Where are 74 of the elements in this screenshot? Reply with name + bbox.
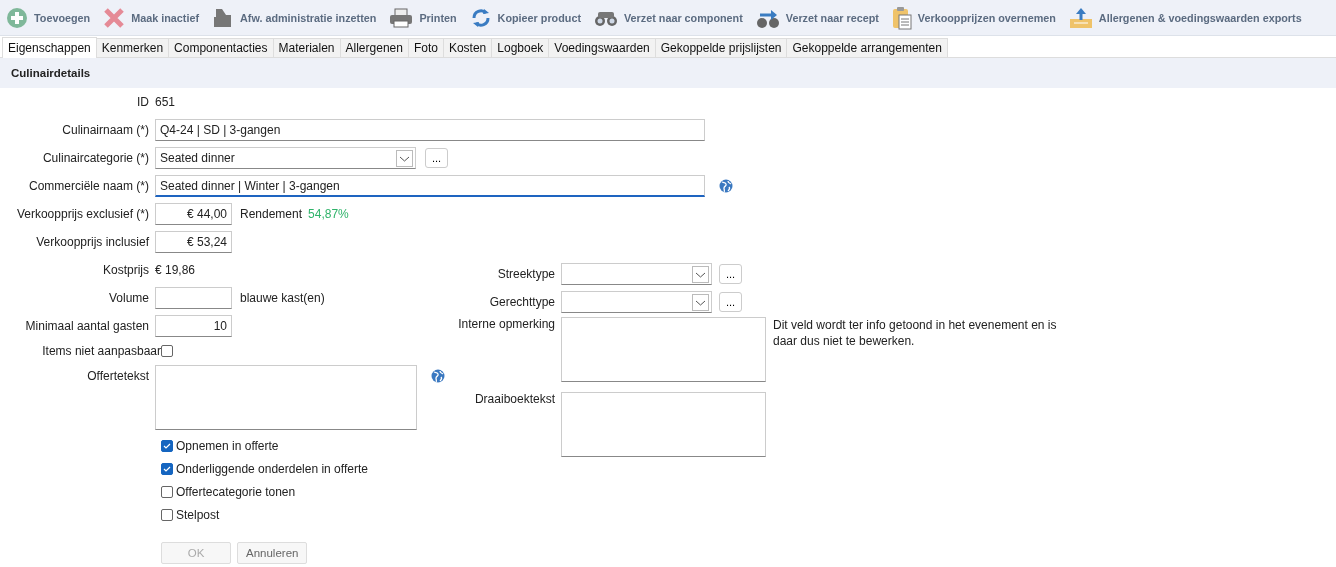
field-label: Verkoopprijs exclusief (*) [15, 207, 150, 221]
chevron-down-icon [692, 265, 709, 283]
checkbox[interactable] [161, 485, 173, 498]
field-label: Volume [107, 291, 150, 305]
tab[interactable]: Voedingswaarden [548, 38, 656, 57]
checkbox-label: Opnemen in offerte [176, 438, 279, 453]
plus-icon [6, 6, 28, 29]
field-label: Offertetekst [86, 368, 150, 383]
text-field[interactable]: Q4-24 | SD | 3-gangen [155, 119, 705, 141]
checkbox[interactable] [161, 439, 173, 452]
chevron-down-icon [396, 149, 413, 167]
field-label: Rendement [240, 207, 303, 221]
checkbox-label: Onderliggende onderdelen in offerte [176, 461, 368, 476]
dialog-button[interactable]: Annuleren [237, 542, 308, 564]
printer-icon [389, 6, 414, 29]
id-value: 651 [155, 95, 176, 109]
tab[interactable]: Materialen [272, 38, 341, 57]
tab[interactable]: Gekoppelde prijslijsten [654, 38, 788, 57]
text-field[interactable]: Seated dinner | Winter | 3-gangen [155, 175, 705, 197]
tab[interactable]: Eigenschappen [2, 37, 97, 58]
browse-button[interactable]: ... [719, 292, 742, 312]
checkbox[interactable] [161, 462, 173, 475]
globe-icon[interactable] [431, 369, 445, 383]
field-label: Culinaircategorie (*) [41, 151, 150, 165]
dish-type-dropdown[interactable] [561, 291, 712, 313]
number-field[interactable]: 10 [155, 315, 232, 337]
chevron-down-icon [692, 293, 709, 311]
checkbox[interactable] [161, 508, 173, 521]
tab[interactable]: Gekoppelde arrangementen [786, 38, 948, 57]
toolbar-button[interactable]: Kopieer product [469, 6, 581, 29]
upload-tray-icon [1068, 6, 1093, 29]
field-label: Minimaal aantal gasten [24, 319, 150, 333]
field-label: Kostprijs [102, 263, 150, 277]
toolbar-button[interactable]: Afw. administratie inzetten [212, 6, 377, 29]
checkbox-label: Stelpost [176, 507, 220, 522]
browse-button[interactable]: ... [719, 264, 742, 284]
toolbar-button[interactable]: Toevoegen [6, 6, 91, 29]
section-title: Culinairdetails [11, 67, 91, 79]
unit-label: blauwe kast(en) [240, 291, 325, 305]
toolbar-button[interactable]: Verzet naar recept [755, 6, 879, 29]
toolbar-button[interactable]: Printen [389, 6, 457, 29]
tab[interactable]: Kosten [442, 38, 493, 57]
field-label: ID [136, 95, 150, 109]
yield-value: 54,87% [308, 207, 349, 221]
tab[interactable]: Foto [407, 38, 444, 57]
toolbar-button[interactable]: Maak inactief [103, 6, 199, 29]
checkbox-label: Offertecategorie tonen [176, 484, 296, 499]
field-label: Interne opmerking [457, 317, 556, 331]
volume-field[interactable] [155, 287, 232, 309]
info-note: Dit veld wordt ter info getoond in het evenement en is daar dus niet te bewerken. [773, 317, 1058, 349]
tab[interactable]: Allergenen [339, 38, 409, 57]
field-label: Streektype [496, 267, 556, 281]
toolbar-button[interactable]: Verkoopprijzen overnemen [891, 5, 1056, 30]
field-label: Items niet aanpasbaar [41, 344, 161, 358]
field-label: Culinairnaam (*) [61, 123, 150, 137]
tab[interactable]: Logboek [491, 38, 550, 57]
globe-icon[interactable] [719, 179, 733, 193]
tab[interactable]: Kenmerken [95, 38, 170, 57]
category-dropdown[interactable]: Seated dinner [155, 147, 416, 169]
checkbox[interactable] [161, 345, 173, 357]
field-label: Commerciële naam (*) [27, 179, 150, 193]
price-field[interactable]: € 53,24 [155, 231, 232, 253]
field-label: Gerechttype [488, 295, 556, 309]
cross-icon [103, 6, 126, 29]
field-label: Verkoopprijs inclusief [35, 235, 150, 249]
browse-button[interactable]: ... [425, 148, 448, 168]
toolbar-button[interactable]: Allergenen & voedingswaarden exports [1068, 6, 1302, 29]
toolbar-button[interactable]: Verzet naar component [594, 6, 743, 29]
field-label: Draaiboektekst [473, 392, 556, 406]
tab[interactable]: Componentacties [168, 38, 274, 57]
clipboard-icon [891, 5, 912, 30]
price-field[interactable]: € 44,00 [155, 203, 232, 225]
cost-value: € 19,86 [155, 263, 196, 277]
region-dropdown[interactable] [561, 263, 712, 285]
